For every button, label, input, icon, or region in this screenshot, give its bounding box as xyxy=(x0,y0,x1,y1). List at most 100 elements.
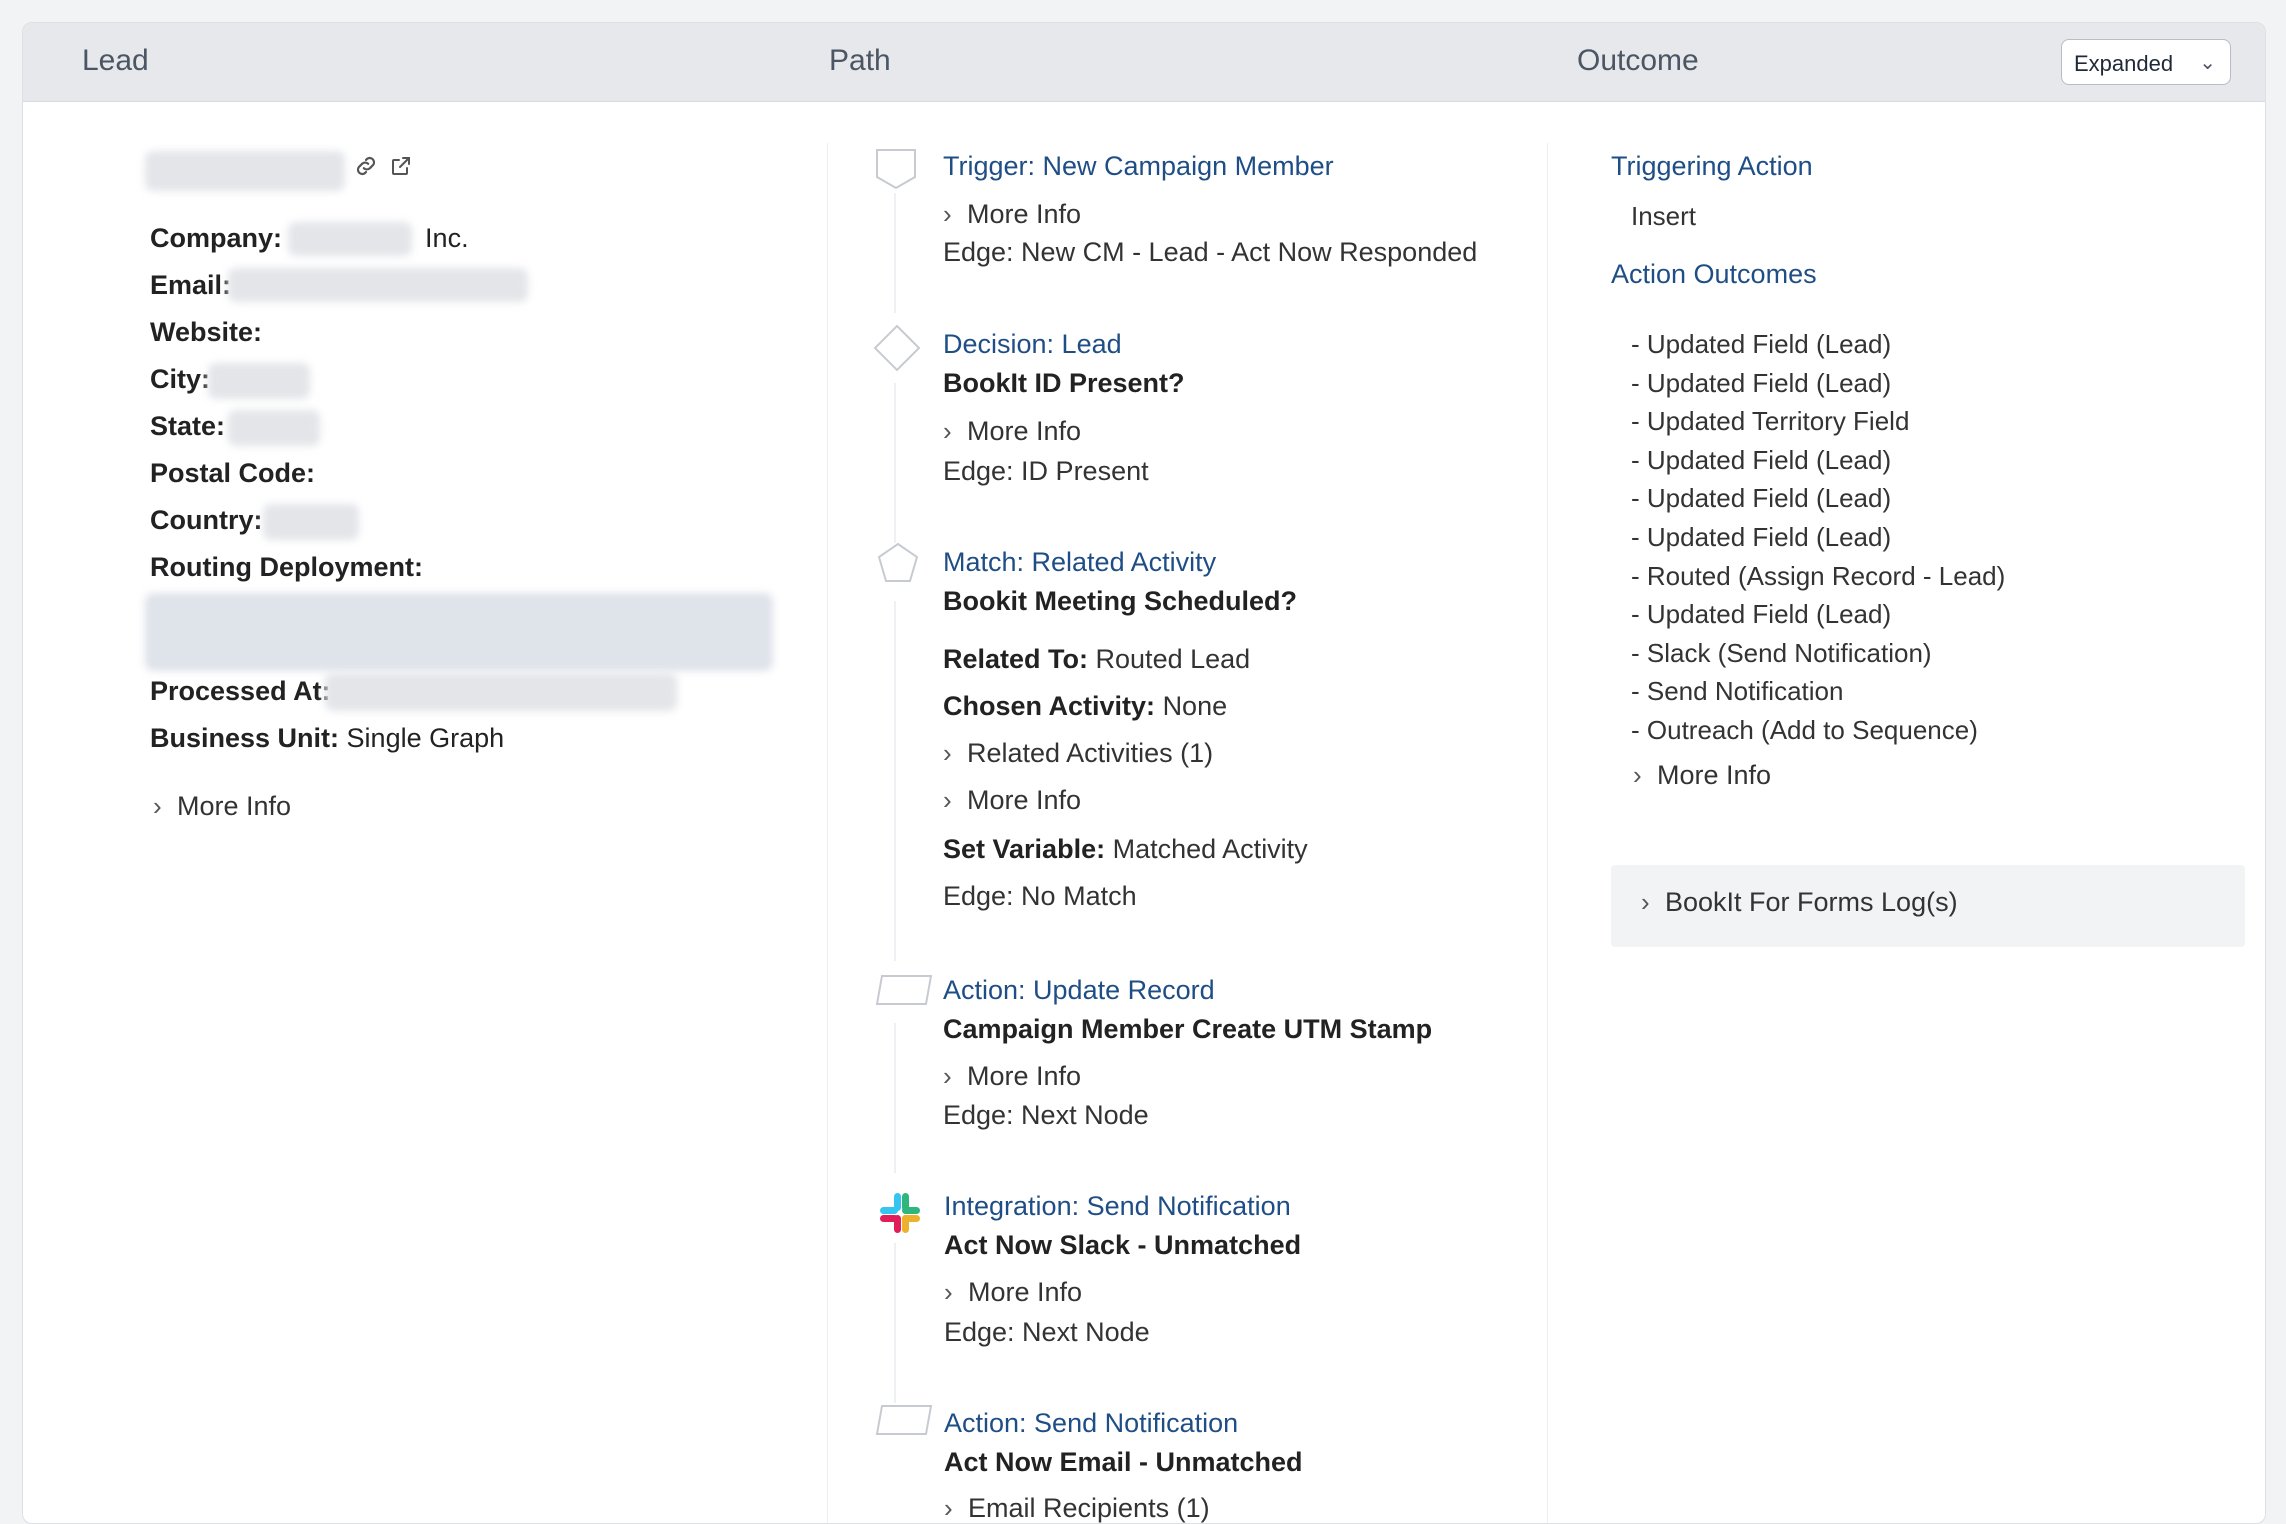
action-outcome-item: - Updated Field (Lead) xyxy=(1631,521,1892,552)
related-to-row: Related To: Routed Lead xyxy=(943,644,1250,675)
triggering-action-heading: Triggering Action xyxy=(1611,151,1813,181)
company-suffix: Inc. xyxy=(425,223,469,253)
path-node-subtitle: Act Now Slack - Unmatched xyxy=(944,1230,1302,1260)
path-node-subtitle: BookIt ID Present? xyxy=(943,368,1185,398)
related-activities-toggle[interactable]: › Related Activities (1) xyxy=(943,738,1213,769)
company-label: Company: xyxy=(150,223,283,253)
outcome-more-info-label: More Info xyxy=(1657,760,1772,790)
path-node-title[interactable]: Action: Send Notification xyxy=(944,1408,1238,1439)
action-parallelogram-icon xyxy=(874,1403,934,1442)
path-edge: Edge: Next Node xyxy=(944,1317,1150,1347)
routing-log-panel: Lead Path Outcome Expanded ⌄ Company: In… xyxy=(22,22,2266,1524)
website-label: Website: xyxy=(150,317,263,347)
postal-code-label: Postal Code: xyxy=(150,458,316,488)
action-parallelogram-icon xyxy=(874,973,934,1012)
chosen-activity-label: Chosen Activity: xyxy=(943,691,1156,721)
action-outcome-item: - Updated Field (Lead) xyxy=(1631,483,1892,514)
chevron-right-icon: › xyxy=(1633,760,1642,790)
lead-more-info-label: More Info xyxy=(177,791,292,821)
path-node-subtitle: Campaign Member Create UTM Stamp xyxy=(943,1014,1433,1044)
action-outcomes-heading: Action Outcomes xyxy=(1611,259,1817,289)
lead-more-info-toggle[interactable]: › More Info xyxy=(153,791,291,822)
business-unit-label: Business Unit: xyxy=(150,723,340,753)
path-connector xyxy=(894,383,896,543)
set-variable-label: Set Variable: xyxy=(943,834,1106,864)
company-value-redacted xyxy=(288,222,412,256)
chevron-right-icon: › xyxy=(943,416,952,446)
country-value-redacted xyxy=(263,504,359,540)
more-info-label: More Info xyxy=(967,416,1082,446)
state-label: State: xyxy=(150,411,226,441)
chevron-right-icon: › xyxy=(943,738,952,768)
path-node-title[interactable]: Trigger: New Campaign Member xyxy=(943,151,1334,182)
path-node-title[interactable]: Integration: Send Notification xyxy=(944,1191,1291,1222)
action-outcome-item: - Send Notification xyxy=(1631,676,1844,707)
action-outcome-item: - Outreach (Add to Sequence) xyxy=(1631,714,1978,745)
action-outcome-item: - Updated Field (Lead) xyxy=(1631,329,1892,359)
path-node-subtitle: Bookit Meeting Scheduled? xyxy=(943,586,1298,616)
path-more-info-toggle[interactable]: › More Info xyxy=(943,785,1081,816)
column-divider-right xyxy=(1547,143,1548,1523)
path-more-info-toggle[interactable]: › More Info xyxy=(944,1277,1082,1308)
path-edge: Edge: ID Present xyxy=(943,456,1149,486)
match-pentagon-icon xyxy=(876,541,920,590)
path-node-title[interactable]: Decision: Lead xyxy=(943,329,1122,360)
lead-name-redacted[interactable] xyxy=(145,151,345,191)
trigger-shield-icon xyxy=(874,147,918,196)
routing-deployment-link-redacted[interactable] xyxy=(145,593,773,671)
path-connector xyxy=(894,193,896,313)
link-icon[interactable] xyxy=(353,153,379,184)
state-value-redacted xyxy=(228,410,320,446)
path-edge: Edge: Next Node xyxy=(943,1100,1149,1130)
decision-diamond-icon xyxy=(872,323,922,378)
email-value-redacted xyxy=(228,268,528,302)
path-edge: Edge: New CM - Lead - Act Now Responded xyxy=(943,237,1478,267)
chevron-right-icon: › xyxy=(1641,887,1650,917)
state-field: State: xyxy=(150,411,225,442)
city-value-redacted xyxy=(208,363,310,399)
chevron-right-icon: › xyxy=(153,791,162,821)
external-link-icon[interactable] xyxy=(389,154,413,183)
path-connector xyxy=(894,1023,896,1173)
path-more-info-toggle[interactable]: › More Info xyxy=(943,199,1081,230)
email-label: Email: xyxy=(150,270,232,300)
postal-code-field: Postal Code: xyxy=(150,458,315,489)
action-outcome-item: - Updated Field (Lead) xyxy=(1631,367,1892,398)
chosen-activity-row: Chosen Activity: None xyxy=(943,691,1227,722)
chevron-right-icon: › xyxy=(944,1277,953,1307)
lead-column-heading: Lead xyxy=(82,44,149,77)
path-node-subtitle: Act Now Email - Unmatched xyxy=(944,1447,1303,1477)
path-more-info-toggle[interactable]: › More Info xyxy=(943,416,1081,447)
slack-icon xyxy=(876,1189,924,1242)
email-recipients-toggle[interactable]: › Email Recipients (1) xyxy=(944,1493,1210,1523)
website-field: Website: xyxy=(150,317,262,348)
path-node-title[interactable]: Action: Update Record xyxy=(943,975,1215,1006)
triggering-action-value: Insert xyxy=(1631,201,1697,231)
view-mode-select[interactable]: Expanded ⌄ xyxy=(2061,39,2231,85)
bookit-forms-log-toggle[interactable]: › BookIt For Forms Log(s) xyxy=(1641,887,1958,918)
action-outcome-item: - Slack (Send Notification) xyxy=(1631,637,1932,668)
path-more-info-toggle[interactable]: › More Info xyxy=(943,1061,1081,1092)
outcome-more-info-toggle[interactable]: › More Info xyxy=(1633,760,1771,791)
email-recipients-label: Email Recipients (1) xyxy=(968,1493,1210,1523)
action-outcome-item: - Routed (Assign Record - Lead) xyxy=(1631,560,2006,591)
chevron-right-icon: › xyxy=(943,1061,952,1091)
related-activities-label: Related Activities (1) xyxy=(967,738,1214,768)
action-outcomes-list: - Updated Field (Lead) - Updated Field (L… xyxy=(1631,325,2005,750)
path-connector xyxy=(894,1243,896,1403)
business-unit-field: Business Unit: Single Graph xyxy=(150,723,504,754)
path-connector xyxy=(894,601,896,961)
related-to-value: Routed Lead xyxy=(1095,644,1251,674)
action-outcome-item: - Updated Field (Lead) xyxy=(1631,599,1892,630)
related-to-label: Related To: xyxy=(943,644,1089,674)
routing-deployment-field: Routing Deployment: xyxy=(150,552,423,583)
path-edge: Edge: No Match xyxy=(943,881,1137,911)
bookit-forms-log-panel[interactable]: › BookIt For Forms Log(s) xyxy=(1611,865,2245,947)
processed-at-value-redacted xyxy=(325,673,677,711)
business-unit-value: Single Graph xyxy=(346,723,505,753)
country-label: Country: xyxy=(150,505,263,535)
column-divider-left xyxy=(827,143,828,1523)
path-column-heading: Path xyxy=(829,44,891,77)
set-variable-row: Set Variable: Matched Activity xyxy=(943,834,1308,865)
path-node-title[interactable]: Match: Related Activity xyxy=(943,547,1216,578)
